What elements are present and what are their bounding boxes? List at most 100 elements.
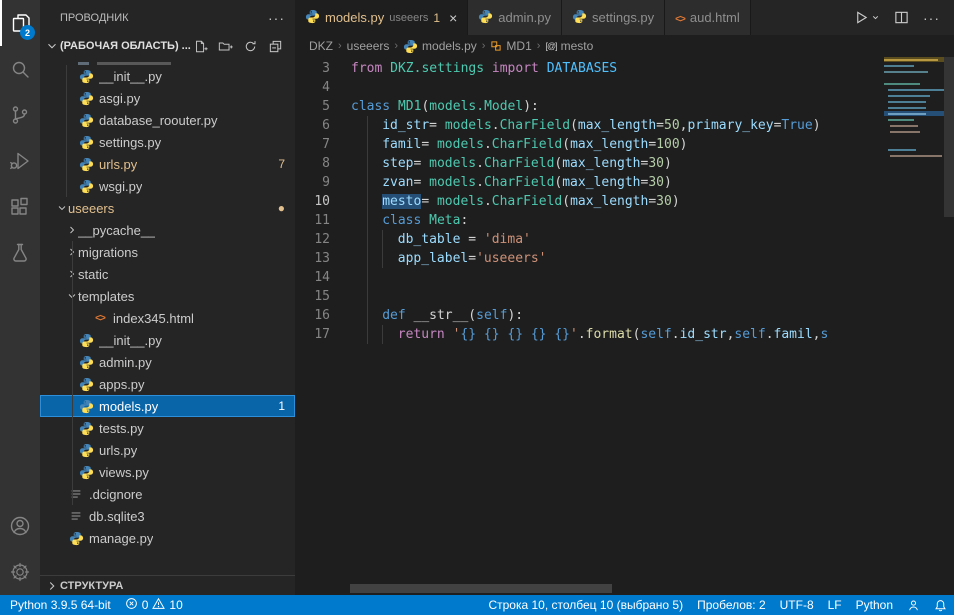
line-number[interactable]: 5 [295,97,351,116]
code-line-11[interactable]: 11class Meta: [295,211,882,230]
breadcrumb-item-md1[interactable]: MD1 [490,39,531,53]
tree-file-index345-html[interactable]: <>index345.html [40,307,295,329]
code-line-8[interactable]: 8step= models.CharField(max_length=30) [295,154,882,173]
code-line-12[interactable]: 12db_table = 'dima' [295,230,882,249]
line-number[interactable]: 4 [295,78,351,97]
status-indentation[interactable]: Пробелов: 2 [690,595,773,615]
tree-folder-static[interactable]: static [40,263,295,285]
minimap[interactable] [884,57,944,595]
more-actions-button[interactable]: ··· [923,10,940,26]
line-number[interactable]: 9 [295,173,351,192]
refresh-icon[interactable] [243,39,258,54]
tree-folder-useeers[interactable]: useeers● [40,197,295,219]
tree-file-models-py[interactable]: models.py1 [40,395,295,417]
activity-account-icon[interactable] [0,503,40,549]
feedback-icon[interactable] [900,595,927,615]
tab-settings-py[interactable]: settings.py [562,0,665,35]
code-line-5[interactable]: 5class MD1(models.Model): [295,97,882,116]
code-line-16[interactable]: 16def __str__(self): [295,306,882,325]
line-number[interactable]: 6 [295,116,351,135]
activity-run-debug-icon[interactable] [0,138,40,184]
tree-folder-migrations[interactable]: migrations [40,241,295,263]
code-line-14[interactable]: 14 [295,268,882,287]
outline-section-header[interactable]: СТРУКТУРА [40,575,295,595]
line-number[interactable]: 13 [295,249,351,268]
explorer-more-actions-icon[interactable]: ··· [268,10,285,26]
tab-aud-html[interactable]: <>aud.html [665,0,751,35]
workspace-section-header[interactable]: (РАБОЧАЯ ОБЛАСТЬ) ... [40,35,295,57]
activity-explorer-icon[interactable]: 2 [0,0,40,46]
tree-folder-templates[interactable]: templates [40,285,295,307]
tree-file-tests-py[interactable]: tests.py [40,417,295,439]
code-line-3[interactable]: 3from DKZ.settings import DATABASES [295,59,882,78]
code-line-7[interactable]: 7famil= models.CharField(max_length=100) [295,135,882,154]
split-editor-button[interactable] [894,10,909,25]
breadcrumb-item-useeers[interactable]: useeers [347,39,390,53]
indent-guide [351,192,382,211]
tree-file-settings-py[interactable]: settings.py [40,131,295,153]
tree-file--init-py[interactable]: __init__.py [40,65,295,87]
activity-source-control-icon[interactable] [0,92,40,138]
tree-indent-guide [66,65,67,197]
html-icon: <> [675,10,685,25]
minimap-code [884,83,920,85]
tree-folder--pycache-[interactable]: __pycache__ [40,219,295,241]
notifications-bell-icon[interactable] [927,595,954,615]
line-number[interactable]: 16 [295,306,351,325]
breadcrumb-item-dkz[interactable]: DKZ [309,39,333,53]
line-number[interactable]: 15 [295,287,351,306]
tab-admin-py[interactable]: admin.py [468,0,562,35]
close-icon[interactable]: × [449,11,457,25]
status-eol[interactable]: LF [821,595,849,615]
line-number[interactable]: 17 [295,325,351,344]
collapse-all-icon[interactable] [268,39,283,54]
activity-testing-icon[interactable] [0,230,40,276]
tree-item-label: index345.html [113,311,194,326]
new-file-icon[interactable] [193,39,208,54]
line-number[interactable]: 14 [295,268,351,287]
activity-search-icon[interactable] [0,46,40,92]
tree-file-urls-py[interactable]: urls.py7 [40,153,295,175]
breadcrumb-item-models.py[interactable]: models.py [403,39,477,54]
activity-settings-gear-icon[interactable] [0,549,40,595]
workspace-section-label: (РАБОЧАЯ ОБЛАСТЬ) ... [60,40,193,52]
line-number[interactable]: 10 [295,192,351,211]
problems-status[interactable]: 0 10 [118,595,190,615]
code-line-6[interactable]: 6id_str= models.CharField(max_length=50,… [295,116,882,135]
file-icon [68,486,84,502]
status-language-mode[interactable]: Python [849,595,900,615]
line-number[interactable]: 7 [295,135,351,154]
tree-file-views-py[interactable]: views.py [40,461,295,483]
activity-extensions-icon[interactable] [0,184,40,230]
tree-file-apps-py[interactable]: apps.py [40,373,295,395]
tree-file--dcignore[interactable]: .dcignore [40,483,295,505]
line-number[interactable]: 11 [295,211,351,230]
horizontal-scrollbar[interactable] [350,584,612,593]
tree-file-db-sqlite3[interactable]: db.sqlite3 [40,505,295,527]
code-line-4[interactable]: 4 [295,78,882,97]
status-encoding[interactable]: UTF-8 [773,595,821,615]
tree-file-wsgi-py[interactable]: wsgi.py [40,175,295,197]
tree-file-manage-py[interactable]: manage.py [40,527,295,549]
line-number[interactable]: 3 [295,59,351,78]
tree-file-urls-py[interactable]: urls.py [40,439,295,461]
run-button[interactable] [854,10,880,25]
breadcrumb-item-mesto[interactable]: [@]mesto [545,39,593,53]
tree-file-asgi-py[interactable]: asgi.py [40,87,295,109]
new-folder-icon[interactable] [218,39,233,54]
code-line-9[interactable]: 9zvan= models.CharField(max_length=30) [295,173,882,192]
status-cursor-position[interactable]: Строка 10, столбец 10 (выбрано 5) [478,595,690,615]
line-number[interactable]: 12 [295,230,351,249]
code-line-13[interactable]: 13app_label='useeers' [295,249,882,268]
tab-models-py[interactable]: models.pyuseeers1× [295,0,468,35]
python-interpreter-status[interactable]: Python 3.9.5 64-bit [0,595,118,615]
code-line-10[interactable]: 10mesto= models.CharField(max_length=30) [295,192,882,211]
tree-file-database-roouter-py[interactable]: database_roouter.py [40,109,295,131]
tree-file-admin-py[interactable]: admin.py [40,351,295,373]
vertical-scrollbar[interactable] [944,57,954,217]
line-number[interactable]: 8 [295,154,351,173]
code-editor[interactable]: 3from DKZ.settings import DATABASES45cla… [295,57,954,595]
code-line-15[interactable]: 15 [295,287,882,306]
code-line-17[interactable]: 17return '{} {} {} {} {}'.format(self.id… [295,325,882,344]
tree-file--init-py[interactable]: __init__.py [40,329,295,351]
